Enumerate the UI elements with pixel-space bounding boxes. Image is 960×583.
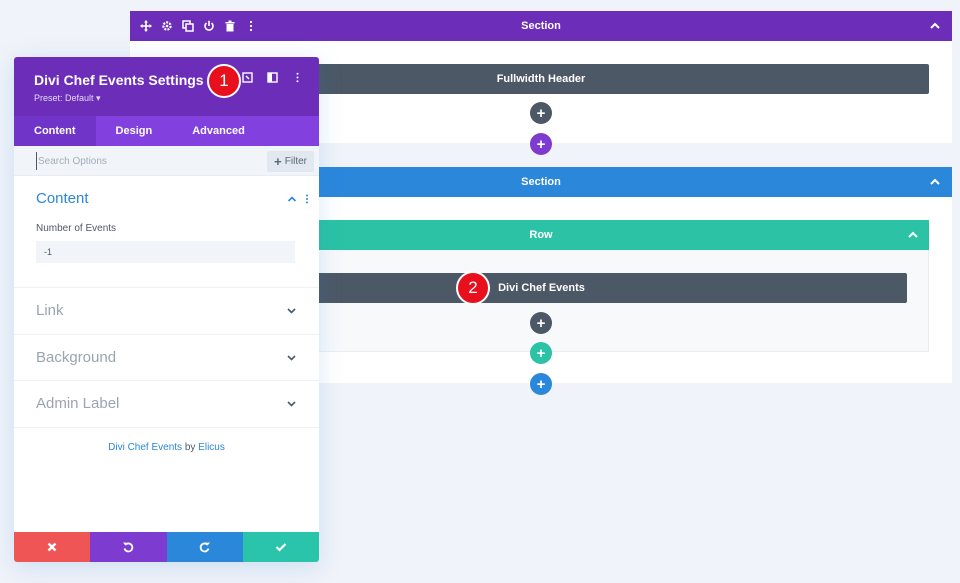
more-vertical-icon[interactable] — [245, 20, 257, 32]
more-vertical-icon[interactable] — [305, 194, 309, 204]
divi-chef-events-label: Divi Chef Events — [498, 282, 585, 294]
section-1-label: Section — [521, 20, 561, 32]
admin-label-group-title: Admin Label — [36, 395, 120, 413]
product-link[interactable]: Divi Chef Events — [108, 442, 182, 453]
fullwidth-header-label: Fullwidth Header — [496, 73, 586, 85]
section-1-bar[interactable]: Section — [130, 11, 952, 41]
check-icon — [275, 543, 287, 552]
duplicate-icon[interactable] — [182, 20, 194, 32]
background-group-title: Background — [36, 348, 117, 366]
chevron-up-icon[interactable] — [928, 175, 942, 189]
add-section-button[interactable]: + — [530, 373, 552, 395]
module-credit: Divi Chef Events by Elicus — [14, 442, 319, 453]
search-bar: + Filter — [14, 146, 319, 176]
tab-content[interactable]: Content — [14, 116, 96, 146]
step-badge-1: 1 — [207, 64, 241, 98]
credit-by: by — [182, 441, 199, 453]
redo-button[interactable] — [166, 532, 243, 562]
chevron-up-icon[interactable] — [287, 194, 297, 204]
tab-design[interactable]: Design — [96, 116, 173, 146]
chevron-down-icon — [287, 308, 296, 314]
more-vertical-icon[interactable] — [292, 72, 303, 83]
close-icon — [47, 542, 57, 552]
chevron-up-icon[interactable] — [907, 229, 919, 241]
power-icon[interactable] — [203, 20, 215, 32]
section-1-toolbar — [140, 11, 257, 41]
search-options-input[interactable] — [36, 152, 236, 170]
number-of-events-label: Number of Events — [36, 223, 117, 234]
chevron-down-icon — [287, 401, 296, 407]
panel-footer — [14, 532, 319, 562]
settings-tabs: Content Design Advanced — [14, 116, 319, 146]
module-settings-panel: Divi Chef Events Settings Preset: Defaul… — [14, 57, 319, 562]
move-icon[interactable] — [140, 20, 152, 32]
content-group-title[interactable]: Content — [36, 190, 297, 207]
content-toggle-group: Content Number of Events — [14, 176, 319, 288]
content-group-controls — [287, 194, 309, 204]
link-group-title: Link — [36, 302, 64, 320]
section-2-label: Section — [521, 176, 561, 188]
filter-button[interactable]: + Filter — [267, 151, 314, 172]
trash-icon[interactable] — [224, 20, 236, 32]
admin-label-toggle-group[interactable]: Admin Label — [14, 381, 319, 428]
number-of-events-input[interactable] — [36, 241, 295, 263]
link-toggle-group[interactable]: Link — [14, 288, 319, 335]
gear-icon[interactable] — [161, 20, 173, 32]
add-module-button[interactable]: + — [530, 312, 552, 334]
chevron-up-icon[interactable] — [928, 19, 942, 33]
cancel-button[interactable] — [14, 532, 91, 562]
plus-icon: + — [274, 154, 282, 169]
panel-header[interactable]: Divi Chef Events Settings Preset: Defaul… — [14, 57, 319, 116]
redo-icon — [199, 542, 210, 553]
add-module-button[interactable]: + — [530, 102, 552, 124]
add-section-button[interactable]: + — [530, 133, 552, 155]
save-button[interactable] — [242, 532, 319, 562]
background-toggle-group[interactable]: Background — [14, 335, 319, 381]
add-row-button[interactable]: + — [530, 342, 552, 364]
chevron-down-icon — [287, 355, 296, 361]
tab-advanced[interactable]: Advanced — [172, 116, 265, 146]
undo-button[interactable] — [90, 532, 167, 562]
filter-label: Filter — [284, 156, 307, 167]
expand-icon[interactable] — [242, 72, 253, 83]
author-link[interactable]: Elicus — [198, 442, 225, 453]
step-badge-2: 2 — [456, 271, 490, 305]
undo-icon — [123, 542, 134, 553]
row-label: Row — [529, 229, 553, 241]
split-view-icon[interactable] — [267, 72, 278, 83]
panel-header-icons — [242, 72, 303, 83]
preset-selector[interactable]: Preset: Default ▾ — [34, 93, 299, 104]
